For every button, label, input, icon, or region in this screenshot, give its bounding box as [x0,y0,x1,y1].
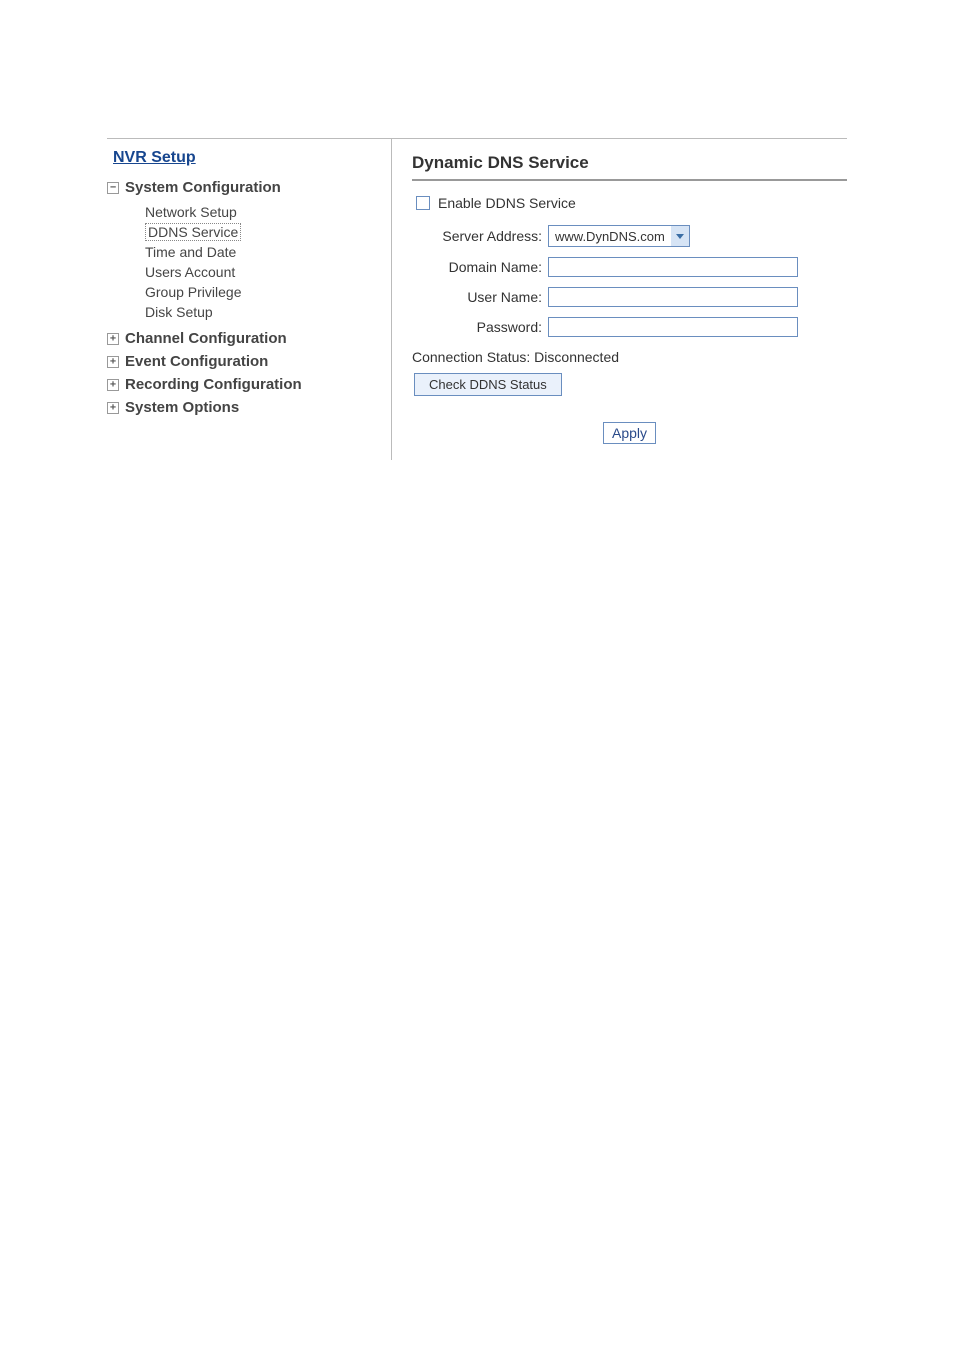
connection-status: Connection Status: Disconnected [412,349,847,365]
password-input[interactable] [548,317,798,337]
server-address-select[interactable]: www.DynDNS.com [548,225,690,247]
main-panel: Dynamic DNS Service Enable DDNS Service … [392,139,847,460]
check-ddns-status-button[interactable]: Check DDNS Status [414,373,562,396]
tree-section-recording-configuration[interactable]: + Recording Configuration [107,374,381,395]
tree-section-system-configuration[interactable]: − System Configuration [107,177,381,198]
server-address-label: Server Address: [412,228,548,244]
user-name-label: User Name: [412,289,548,305]
tree-item-time-and-date[interactable]: Time and Date [145,242,381,262]
expand-icon: + [107,333,119,345]
password-label: Password: [412,319,548,335]
domain-name-label: Domain Name: [412,259,548,275]
tree-section-label: System Configuration [125,179,281,196]
chevron-down-icon [671,226,689,246]
tree-section-system-options[interactable]: + System Options [107,397,381,418]
expand-icon: + [107,356,119,368]
tree-item-label: Group Privilege [145,284,242,300]
tree-item-group-privilege[interactable]: Group Privilege [145,282,381,302]
panel-title: Dynamic DNS Service [412,153,847,181]
expand-icon: + [107,379,119,391]
tree-item-users-account[interactable]: Users Account [145,262,381,282]
tree-item-label: Disk Setup [145,304,213,320]
tree-item-label: Users Account [145,264,235,280]
expand-icon: + [107,402,119,414]
tree-section-label: Event Configuration [125,353,268,370]
tree-item-disk-setup[interactable]: Disk Setup [145,302,381,322]
enable-ddns-checkbox[interactable] [416,196,430,210]
apply-button[interactable]: Apply [603,422,656,444]
user-name-input[interactable] [548,287,798,307]
tree-item-network-setup[interactable]: Network Setup [145,202,381,222]
server-address-value: www.DynDNS.com [549,229,671,244]
enable-ddns-label: Enable DDNS Service [438,195,576,211]
tree-item-label: Time and Date [145,244,236,260]
tree-section-label: Recording Configuration [125,376,302,393]
tree-item-ddns-service[interactable]: DDNS Service [145,222,381,242]
tree-section-channel-configuration[interactable]: + Channel Configuration [107,328,381,349]
tree-section-event-configuration[interactable]: + Event Configuration [107,351,381,372]
domain-name-input[interactable] [548,257,798,277]
tree-section-label: Channel Configuration [125,330,287,347]
collapse-icon: − [107,182,119,194]
tree-section-label: System Options [125,399,239,416]
tree-item-label: DDNS Service [145,223,241,241]
sidebar-title[interactable]: NVR Setup [113,149,381,167]
tree-item-label: Network Setup [145,204,237,220]
sidebar-nav: NVR Setup − System Configuration Network… [107,139,392,460]
